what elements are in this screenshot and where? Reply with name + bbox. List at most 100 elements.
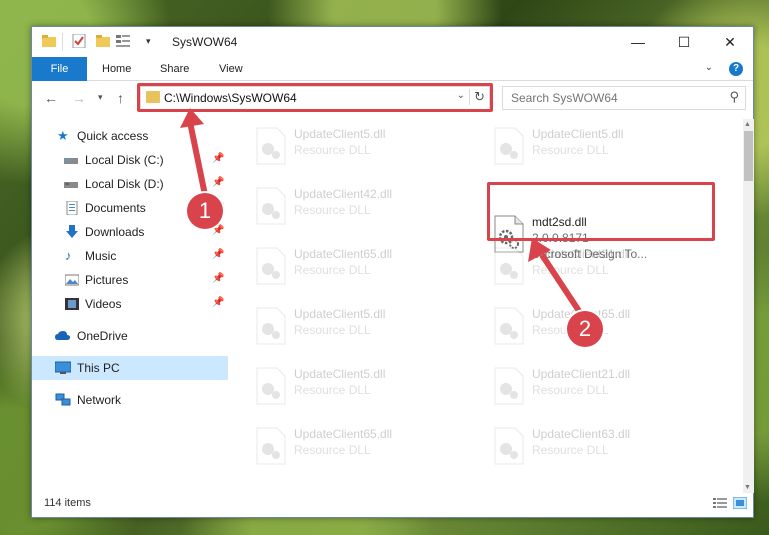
explorer-window: ▾ SysWOW64 — ☐ ✕ File Home Share View ⌄ … (31, 26, 754, 518)
recent-locations-icon[interactable]: ▾ (98, 92, 103, 103)
up-arrow-icon[interactable]: ↑ (117, 90, 124, 106)
close-button[interactable]: ✕ (707, 27, 753, 57)
scroll-thumb[interactable] (744, 131, 753, 181)
new-folder-icon[interactable] (96, 34, 110, 51)
navigation-pane: ★ Quick access Local Disk (C:) 📌 Local D… (32, 119, 228, 491)
details-view-icon[interactable] (713, 497, 727, 509)
tab-share[interactable]: Share (160, 57, 189, 81)
scroll-down-icon[interactable]: ▼ (744, 484, 751, 491)
list-item[interactable]: UpdateClient63.dll Resource DLL (486, 421, 716, 471)
scroll-up-icon[interactable]: ▲ (744, 121, 751, 128)
file-description: Resource DLL (294, 383, 371, 397)
file-name: UpdateClient5.dll (294, 307, 386, 321)
vertical-scrollbar[interactable]: ▲ ▼ (743, 119, 754, 493)
file-description: Resource DLL (294, 323, 371, 337)
sidebar-item-local-disk-c[interactable]: Local Disk (C:) 📌 (32, 148, 228, 172)
step-badge-1: 1 (187, 193, 223, 229)
drive-icon (64, 177, 78, 191)
list-item[interactable]: UpdateClient42.dll Resource DLL (248, 181, 478, 231)
title-bar: ▾ SysWOW64 — ☐ ✕ (32, 27, 753, 57)
file-name: UpdateClient65.dll (294, 247, 393, 261)
file-description: Resource DLL (532, 263, 609, 277)
file-highlight (487, 182, 715, 241)
list-item[interactable]: UpdateClient65.dll Resource DLL (248, 421, 478, 471)
list-item[interactable]: UpdateClient5.dll Resource DLL (248, 301, 478, 351)
search-icon[interactable]: ⚲ (729, 89, 739, 105)
tab-home[interactable]: Home (102, 57, 131, 81)
tab-file[interactable]: File (32, 57, 87, 81)
folder-icon (42, 34, 56, 51)
file-list: UpdateClient5.dll Resource DLL UpdateCli… (228, 119, 743, 493)
file-name: UpdateClient63.dll (532, 427, 631, 441)
dll-file-icon (494, 307, 524, 345)
list-item[interactable]: UpdateClient5.dll Resource DLL (486, 121, 716, 171)
sidebar-item-label: Videos (85, 297, 122, 311)
star-icon: ★ (57, 128, 69, 143)
list-item[interactable]: UpdateClient21.dll Resource DLL (486, 361, 716, 411)
file-name: UpdateClient42.dll (294, 187, 393, 201)
window-title: SysWOW64 (172, 35, 238, 49)
list-item[interactable]: UpdateClient21.dll Resource DLL (486, 241, 716, 291)
pin-icon[interactable]: 📌 (212, 297, 224, 308)
documents-icon (65, 200, 79, 216)
back-arrow-icon[interactable]: ← (44, 90, 58, 106)
status-bar: 114 items (32, 491, 753, 517)
download-icon (65, 225, 79, 239)
file-name: UpdateClient21.dll (532, 247, 631, 261)
sidebar-item-label: This PC (77, 361, 120, 375)
dll-file-icon (256, 427, 286, 465)
file-name: UpdateClient5.dll (294, 127, 386, 141)
qa-dropdown-icon[interactable]: ▾ (146, 36, 151, 47)
file-description: Resource DLL (532, 143, 609, 157)
dll-file-icon (494, 367, 524, 405)
computer-icon (54, 361, 72, 375)
sidebar-item-videos[interactable]: Videos 📌 (32, 292, 228, 316)
chevron-down-icon[interactable]: ⌄ (705, 62, 713, 73)
sidebar-item-quick-access[interactable]: ★ Quick access (32, 124, 228, 148)
step-badge-2: 2 (567, 311, 603, 347)
file-description: Resource DLL (294, 443, 371, 457)
dll-file-icon (494, 127, 524, 165)
pin-icon[interactable]: 📌 (212, 249, 224, 260)
dll-file-icon (494, 247, 524, 285)
sidebar-item-this-pc[interactable]: This PC (32, 356, 228, 380)
minimize-button[interactable]: — (615, 27, 661, 57)
sidebar-item-onedrive[interactable]: OneDrive (32, 324, 228, 348)
customize-icon[interactable] (116, 34, 132, 51)
pin-icon[interactable]: 📌 (212, 153, 224, 164)
sidebar-item-network[interactable]: Network (32, 388, 228, 412)
file-description: Resource DLL (532, 443, 609, 457)
list-item[interactable]: UpdateClient5.dll Resource DLL (248, 121, 478, 171)
list-item[interactable]: UpdateClient5.dll Resource DLL (248, 361, 478, 411)
music-icon: ♪ (65, 248, 72, 263)
pin-icon[interactable]: 📌 (212, 177, 224, 188)
sidebar-item-local-disk-d[interactable]: Local Disk (D:) 📌 (32, 172, 228, 196)
sidebar-item-label: Quick access (77, 129, 149, 143)
forward-arrow-icon[interactable]: → (72, 90, 86, 106)
sidebar-item-label: Documents (85, 201, 146, 215)
properties-icon[interactable] (72, 33, 86, 51)
ribbon-tabs: File Home Share View ⌄ ? (32, 57, 753, 81)
dll-file-icon (256, 367, 286, 405)
help-icon[interactable]: ? (729, 62, 743, 76)
network-icon (55, 393, 71, 407)
item-count: 114 items (44, 497, 91, 509)
sidebar-item-music[interactable]: ♪ Music 📌 (32, 244, 228, 268)
sidebar-item-label: Network (77, 393, 122, 407)
drive-icon (64, 153, 78, 167)
maximize-button[interactable]: ☐ (661, 27, 707, 57)
cloud-icon (55, 329, 70, 343)
address-bar-highlight (137, 83, 493, 112)
search-box[interactable]: ⚲ (502, 86, 746, 110)
file-description: Resource DLL (294, 263, 371, 277)
videos-icon (65, 297, 79, 311)
pin-icon[interactable]: 📌 (212, 273, 224, 284)
divider (62, 33, 63, 51)
list-item[interactable]: UpdateClient65.dll Resource DLL (248, 241, 478, 291)
file-description: Resource DLL (294, 143, 371, 157)
large-icons-view-icon[interactable] (732, 496, 748, 510)
dll-file-icon (256, 247, 286, 285)
tab-view[interactable]: View (219, 57, 243, 81)
search-input[interactable] (511, 88, 721, 108)
sidebar-item-pictures[interactable]: Pictures 📌 (32, 268, 228, 292)
